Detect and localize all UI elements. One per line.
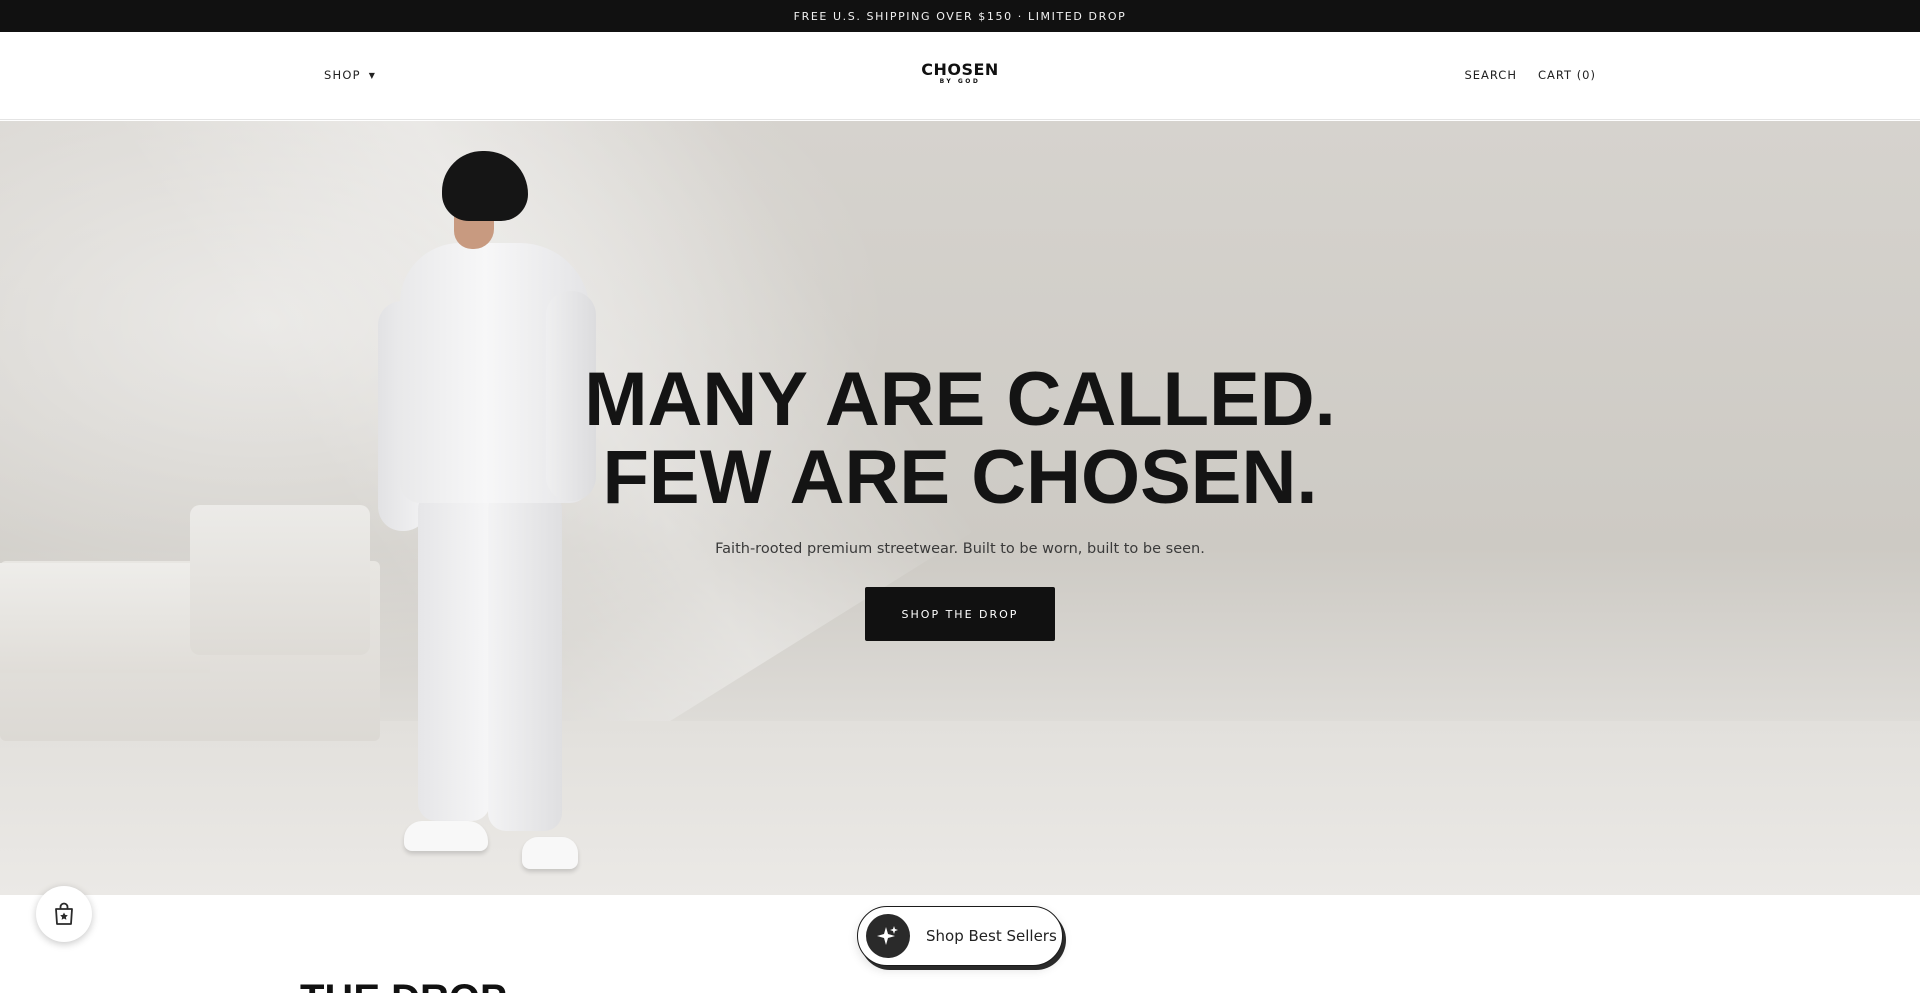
rewards-launcher[interactable]: [36, 886, 92, 942]
sparkle-icon: [866, 914, 910, 958]
logo-tagline: BY GOD: [939, 78, 981, 85]
shop-menu-label: SHOP: [324, 68, 361, 82]
announcement-bar: FREE U.S. SHIPPING OVER $150 · LIMITED D…: [0, 0, 1920, 32]
shop-the-drop-button[interactable]: SHOP THE DROP: [865, 587, 1055, 641]
hero-banner: MANY ARE CALLED. FEW ARE CHOSEN. Faith-r…: [0, 121, 1920, 895]
shopping-bag-star-icon: [55, 902, 73, 925]
cart-link[interactable]: CART (0): [1538, 68, 1596, 82]
site-header: SHOP ▼ CHOSEN BY GOD SEARCH CART (0): [0, 32, 1920, 120]
site-logo[interactable]: CHOSEN BY GOD: [900, 62, 1020, 86]
hero-floor: [0, 721, 1920, 895]
section-title: THE DROP: [300, 979, 507, 993]
logo-wordmark: CHOSEN: [921, 60, 999, 79]
search-link[interactable]: SEARCH: [1464, 68, 1517, 82]
hero-headline-line-1: MANY ARE CALLED.: [584, 357, 1336, 442]
best-sellers-label: Shop Best Sellers: [926, 927, 1057, 945]
hero-headline: MANY ARE CALLED. FEW ARE CHOSEN.: [0, 361, 1920, 517]
hero-headline-line-2: FEW ARE CHOSEN.: [602, 435, 1318, 520]
hero-content: MANY ARE CALLED. FEW ARE CHOSEN. Faith-r…: [0, 361, 1920, 641]
header-actions: SEARCH CART (0): [1464, 68, 1596, 82]
shop-best-sellers-button[interactable]: Shop Best Sellers: [857, 906, 1063, 966]
shop-menu[interactable]: SHOP ▼: [324, 68, 376, 82]
announcement-text: FREE U.S. SHIPPING OVER $150 · LIMITED D…: [793, 9, 1127, 23]
hero-subheadline: Faith-rooted premium streetwear. Built t…: [715, 541, 1205, 557]
chevron-down-icon: ▼: [368, 70, 377, 80]
